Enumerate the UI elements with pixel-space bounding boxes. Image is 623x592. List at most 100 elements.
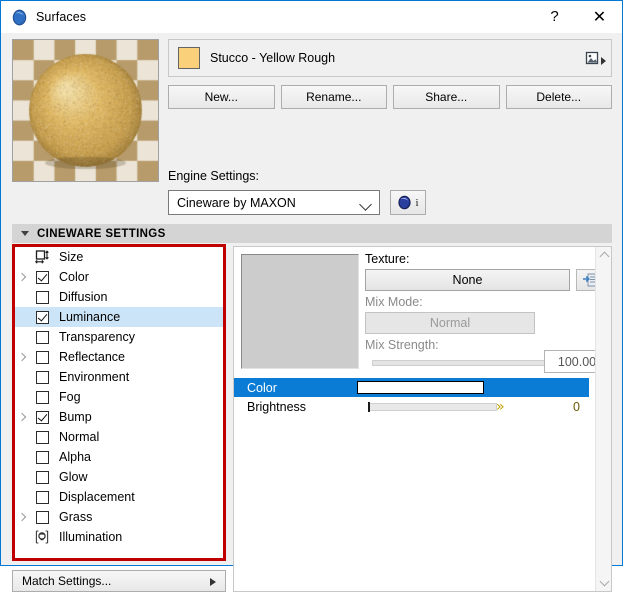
checkbox-normal[interactable]	[31, 427, 53, 447]
expand-spacer	[13, 527, 31, 547]
expand-spacer	[13, 467, 31, 487]
slider-arrows-icon[interactable]: »	[496, 399, 502, 415]
rename-button[interactable]: Rename...	[281, 85, 388, 109]
channel-item-grass[interactable]: Grass	[13, 507, 225, 527]
channel-item-reflectance[interactable]: Reflectance	[13, 347, 225, 367]
channel-item-fog[interactable]: Fog	[13, 387, 225, 407]
expand-spacer	[13, 287, 31, 307]
channel-detail-panel: Texture: None Mix Mode: Normal Mix Stren…	[233, 246, 612, 592]
channel-item-illumination[interactable]: Illumination	[13, 527, 225, 547]
help-button[interactable]: ?	[532, 1, 577, 32]
mix-strength-label: Mix Strength:	[365, 338, 439, 352]
checkbox-reflectance[interactable]	[31, 347, 53, 367]
channel-label: Normal	[59, 430, 99, 444]
surface-preview-canvas	[13, 40, 158, 181]
surface-name-field[interactable]: Stucco - Yellow Rough	[168, 39, 612, 77]
channel-label: Reflectance	[59, 350, 125, 364]
mix-mode-button: Normal	[365, 312, 535, 334]
expand-spacer	[13, 367, 31, 387]
checkbox-luminance[interactable]	[31, 307, 53, 327]
chevron-up-icon[interactable]	[596, 247, 612, 264]
mix-strength-slider-track[interactable]	[372, 360, 572, 366]
title-bar: Surfaces ? ✕	[1, 1, 622, 33]
share-button[interactable]: Share...	[393, 85, 500, 109]
channel-item-environment[interactable]: Environment	[13, 367, 225, 387]
expand-spacer	[13, 387, 31, 407]
channel-item-luminance[interactable]: Luminance	[13, 307, 225, 327]
window-controls: ? ✕	[532, 1, 622, 33]
channel-item-alpha[interactable]: Alpha	[13, 447, 225, 467]
picker-dropdown-arrow[interactable]	[601, 57, 606, 65]
close-button[interactable]: ✕	[577, 1, 622, 32]
surface-preview	[12, 39, 159, 182]
match-settings-label: Match Settings...	[22, 574, 111, 588]
param-value[interactable]: 0	[573, 400, 580, 414]
checkbox-diffusion[interactable]	[31, 287, 53, 307]
surface-actions: New... Rename... Share... Delete...	[168, 85, 612, 109]
param-row-color[interactable]: Color	[234, 378, 589, 397]
expand-spacer	[13, 447, 31, 467]
param-slider[interactable]: »	[357, 401, 517, 412]
channel-item-normal[interactable]: Normal	[13, 427, 225, 447]
window-title: Surfaces	[36, 10, 86, 24]
param-name: Brightness	[247, 400, 357, 414]
channel-item-size[interactable]: Size	[13, 247, 225, 267]
expand-chevron-icon[interactable]	[13, 507, 31, 527]
checkbox-glow[interactable]	[31, 467, 53, 487]
surface-name-label: Stucco - Yellow Rough	[210, 51, 335, 65]
channel-label: Color	[59, 270, 89, 284]
chevron-down-icon	[359, 198, 372, 211]
new-button[interactable]: New...	[168, 85, 275, 109]
collapse-triangle-icon[interactable]	[21, 231, 29, 236]
checkbox-bump[interactable]	[31, 407, 53, 427]
channel-item-displacement[interactable]: Displacement	[13, 487, 225, 507]
checkbox-fog[interactable]	[31, 387, 53, 407]
engine-select[interactable]: Cineware by MAXON	[168, 190, 380, 215]
expand-spacer	[13, 307, 31, 327]
checkbox-grass[interactable]	[31, 507, 53, 527]
expand-chevron-icon[interactable]	[13, 267, 31, 287]
checkbox-environment[interactable]	[31, 367, 53, 387]
channel-label: Environment	[59, 370, 129, 384]
detail-scrollbar[interactable]	[595, 247, 611, 591]
expand-spacer	[13, 427, 31, 447]
delete-button[interactable]: Delete...	[506, 85, 613, 109]
channel-item-diffusion[interactable]: Diffusion	[13, 287, 225, 307]
param-color-swatch[interactable]	[357, 381, 484, 394]
illumination-icon	[31, 527, 53, 547]
image-picker-icon[interactable]	[579, 44, 607, 72]
channel-item-color[interactable]: Color	[13, 267, 225, 287]
channel-item-glow[interactable]: Glow	[13, 467, 225, 487]
expand-chevron-icon[interactable]	[13, 347, 31, 367]
checkbox-color[interactable]	[31, 267, 53, 287]
expand-chevron-icon[interactable]	[13, 407, 31, 427]
channel-label: Luminance	[59, 310, 120, 324]
cineware-settings-header[interactable]: CINEWARE SETTINGS	[12, 224, 612, 243]
channel-label: Glow	[59, 470, 87, 484]
channel-label: Diffusion	[59, 290, 107, 304]
texture-preview[interactable]	[241, 254, 359, 369]
channel-list[interactable]: Size Color Diffusion Luminance Transparency R…	[12, 246, 226, 559]
checkbox-displacement[interactable]	[31, 487, 53, 507]
channel-item-bump[interactable]: Bump	[13, 407, 225, 427]
param-row-brightness[interactable]: Brightness » 0	[234, 397, 589, 416]
surfaces-dialog: Surfaces ? ✕ Stucco - Yellow Rough New..…	[0, 0, 623, 566]
mix-mode-label: Mix Mode:	[365, 295, 423, 309]
chevron-down-icon[interactable]	[596, 574, 612, 591]
size-icon	[31, 247, 53, 267]
dialog-body: Stucco - Yellow Rough New... Rename... S…	[1, 33, 622, 565]
expand-spacer	[13, 247, 31, 267]
engine-info-button[interactable]: i	[390, 190, 426, 215]
surfaces-sphere-icon	[11, 9, 28, 26]
channel-label: Bump	[59, 410, 92, 424]
engine-settings-label: Engine Settings:	[168, 169, 259, 183]
channel-label: Illumination	[59, 530, 122, 544]
checkbox-alpha[interactable]	[31, 447, 53, 467]
param-name: Color	[247, 381, 357, 395]
channel-label: Alpha	[59, 450, 91, 464]
channel-item-transparency[interactable]: Transparency	[13, 327, 225, 347]
checkbox-transparency[interactable]	[31, 327, 53, 347]
texture-button[interactable]: None	[365, 269, 570, 291]
channel-label: Fog	[59, 390, 81, 404]
match-settings-button[interactable]: Match Settings...	[12, 570, 226, 592]
